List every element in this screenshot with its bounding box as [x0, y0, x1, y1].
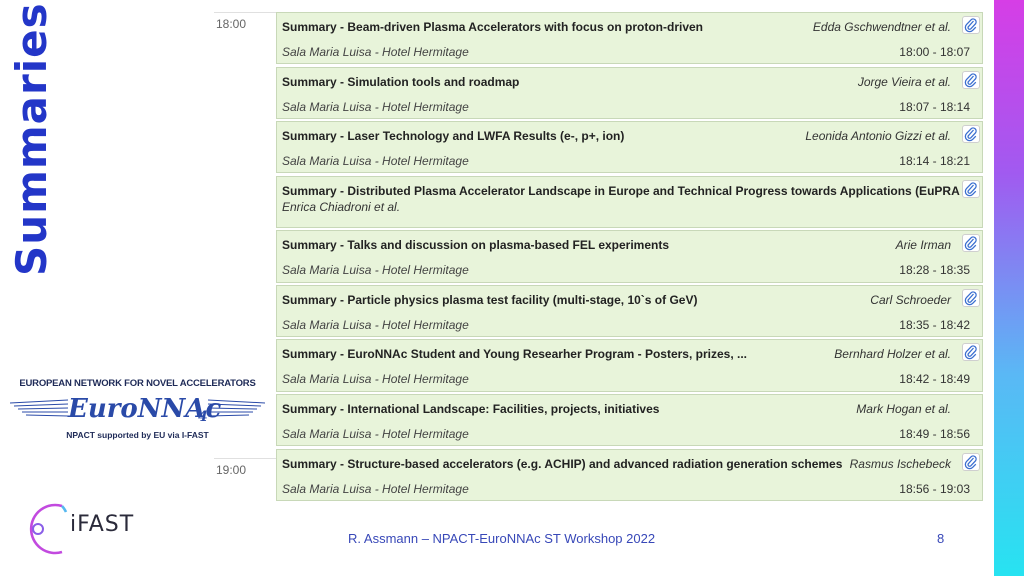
timetable-entry[interactable]: Summary - Particle physics plasma test f…	[276, 284, 983, 338]
euronnac-tagline: EUROPEAN NETWORK FOR NOVEL ACCELERATORS	[19, 378, 256, 389]
entry-time: 18:28 - 18:35	[899, 263, 970, 278]
gradient-edge	[994, 0, 1024, 576]
entry-author: Jorge Vieira et al.	[857, 74, 951, 89]
attachment-icon[interactable]	[962, 125, 980, 144]
timetable-entry[interactable]: Summary - Talks and discussion on plasma…	[276, 230, 983, 283]
entry-room: Sala Maria Luisa - Hotel Hermitage	[282, 263, 469, 278]
entry-author: Enrica Chiadroni et al.	[282, 199, 401, 214]
timetable-entry[interactable]: Summary - International Landscape: Facil…	[276, 394, 983, 447]
euronnac-support-text: NPACT supported by EU via I-FAST	[66, 430, 209, 440]
entry-room: Sala Maria Luisa - Hotel Hermitage	[282, 45, 469, 59]
entry-title[interactable]: Summary - Structure-based accelerators (…	[282, 457, 842, 471]
entry-room: Sala Maria Luisa - Hotel Hermitage	[282, 154, 469, 169]
entry-title[interactable]: Summary - Distributed Plasma Accelerator…	[282, 184, 960, 198]
attachment-icon[interactable]	[962, 234, 980, 253]
entry-time: 18:42 - 18:49	[899, 372, 970, 387]
attachment-icon[interactable]	[962, 70, 980, 89]
timetable-entry[interactable]: Summary - EuroNNAc Student and Young Res…	[276, 339, 983, 392]
timetable-entry[interactable]: Summary - Simulation tools and roadmap J…	[276, 66, 983, 119]
ifast-name: iFAST	[70, 512, 135, 537]
timetable-entry[interactable]: Summary - Beam-driven Plasma Accelerator…	[276, 12, 983, 65]
entry-room: Sala Maria Luisa - Hotel Hermitage	[282, 317, 469, 332]
entry-time: 18:49 - 18:56	[899, 427, 970, 442]
entry-author: Edda Gschwendtner et al.	[812, 20, 951, 34]
entry-title[interactable]: Summary - Particle physics plasma test f…	[282, 293, 697, 307]
entry-title[interactable]: Summary - Simulation tools and roadmap	[282, 75, 519, 89]
entry-author: Leonida Antonio Gizzi et al.	[805, 129, 951, 144]
euronnac-logo: EUROPEAN NETWORK FOR NOVEL ACCELERATORS …	[10, 378, 265, 444]
entry-title[interactable]: Summary - EuroNNAc Student and Young Res…	[282, 347, 747, 361]
entry-title[interactable]: Summary - International Landscape: Facil…	[282, 402, 659, 416]
timetable-entry[interactable]: Summary - Structure-based accelerators (…	[276, 448, 983, 501]
entry-time: 18:00 - 18:07	[899, 45, 970, 59]
entry-author: Rasmus Ischebeck	[849, 456, 951, 471]
entry-author: Carl Schroeder	[870, 292, 951, 307]
timetable: Summary - Beam-driven Plasma Accelerator…	[276, 12, 983, 503]
entry-time: 18:07 - 18:14	[899, 99, 970, 114]
entry-author: Mark Hogan et al.	[856, 402, 951, 417]
ifast-emblem-icon	[29, 503, 68, 555]
euronnac-wordmark: EuroNNAc 4	[10, 394, 265, 424]
entry-room: Sala Maria Luisa - Hotel Hermitage	[282, 372, 469, 387]
euronnac-subscript: 4	[198, 409, 208, 424]
attachment-icon[interactable]	[962, 452, 980, 471]
time-label-19: 19:00	[216, 463, 247, 477]
timeline-divider	[214, 458, 276, 459]
attachment-icon[interactable]	[962, 343, 980, 362]
attachment-icon[interactable]	[962, 16, 980, 34]
slide-footer: R. Assmann – NPACT-EuroNNAc ST Workshop …	[348, 531, 656, 546]
ifast-logo: iFAST	[26, 498, 156, 560]
entry-author: Arie Irman	[895, 238, 951, 253]
entry-title[interactable]: Summary - Beam-driven Plasma Accelerator…	[282, 20, 703, 34]
entry-time: 18:14 - 18:21	[899, 154, 970, 169]
timeline-divider	[214, 12, 276, 13]
timetable-entry[interactable]: Summary - Distributed Plasma Accelerator…	[276, 175, 983, 228]
entry-time: 18:56 - 19:03	[899, 481, 970, 496]
page-number: 8	[937, 531, 945, 546]
attachment-icon[interactable]	[962, 288, 980, 307]
attachment-icon[interactable]	[962, 179, 980, 198]
entry-title[interactable]: Summary - Laser Technology and LWFA Resu…	[282, 129, 624, 143]
entry-room: Sala Maria Luisa - Hotel Hermitage	[282, 481, 469, 496]
entry-room: Sala Maria Luisa - Hotel Hermitage	[282, 427, 469, 442]
time-label-18: 18:00	[216, 17, 247, 31]
entry-title[interactable]: Summary - Talks and discussion on plasma…	[282, 238, 669, 252]
entry-time: 18:35 - 18:42	[899, 317, 970, 332]
timetable-entry[interactable]: Summary - Laser Technology and LWFA Resu…	[276, 121, 983, 174]
slide-title: Summaries	[7, 2, 56, 276]
entry-author: Bernhard Holzer et al.	[834, 347, 951, 362]
entry-room: Sala Maria Luisa - Hotel Hermitage	[282, 99, 469, 114]
